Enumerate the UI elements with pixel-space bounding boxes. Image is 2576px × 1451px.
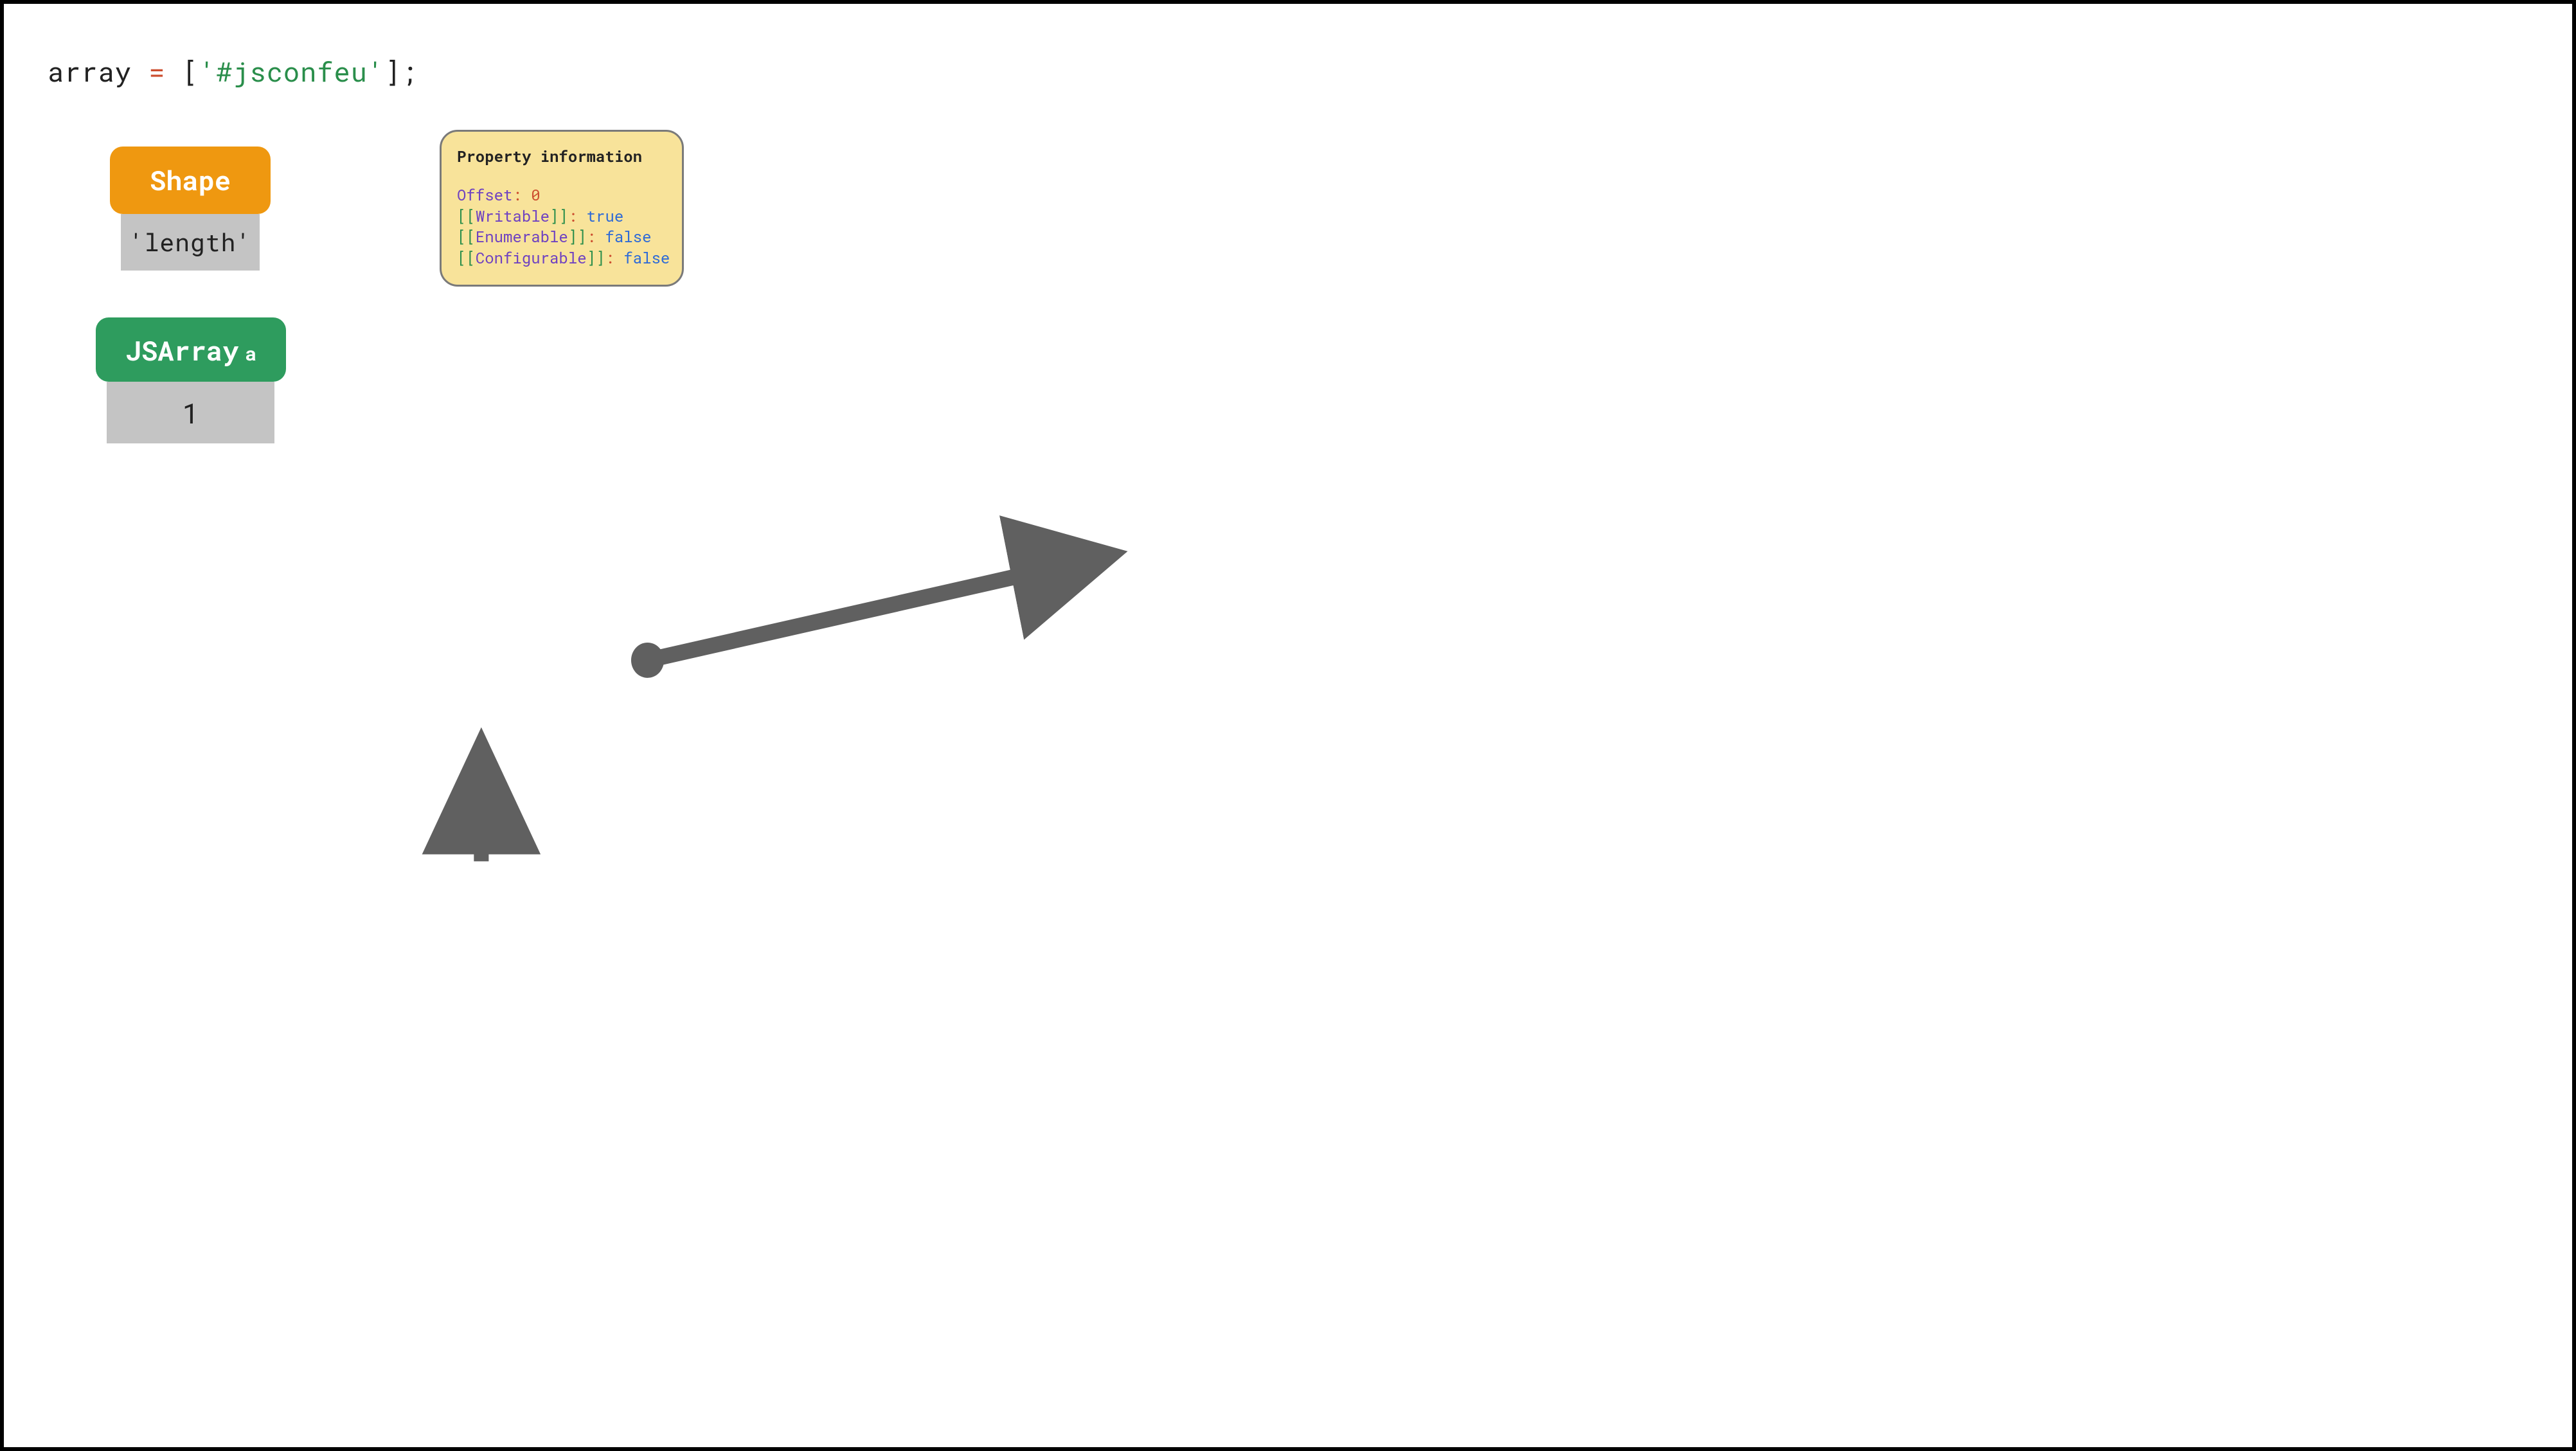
configurable-value: false — [623, 247, 670, 268]
configurable-open: [[ — [457, 247, 476, 268]
code-assign: = — [132, 54, 183, 89]
enumerable-close: ]] — [568, 226, 587, 247]
writable-open: [[ — [457, 206, 476, 226]
configurable-close: ]] — [587, 247, 605, 268]
offset-colon: : — [512, 184, 531, 205]
code-rbracket: ]; — [384, 54, 418, 89]
property-info-offset: Offset: 0 — [457, 184, 666, 205]
slide-frame: array = ['#jsconfeu']; Shape 'length' JS… — [0, 0, 2576, 1451]
enumerable-value: false — [605, 226, 651, 247]
enumerable-open: [[ — [457, 226, 476, 247]
property-info-box: Property information Offset: 0 [[Writabl… — [440, 130, 684, 287]
writable-colon: : — [568, 206, 587, 226]
code-string: '#jsconfeu' — [199, 54, 384, 89]
writable-key: Writable — [476, 206, 550, 226]
property-info-heading: Property information — [457, 146, 666, 166]
arrows-overlay — [4, 4, 2572, 1447]
writable-value: true — [587, 206, 624, 226]
shape-length-label: 'length' — [129, 226, 251, 258]
code-line: array = ['#jsconfeu']; — [48, 54, 418, 89]
shape-length-cell: 'length' — [121, 214, 260, 271]
enumerable-key: Enumerable — [476, 226, 568, 247]
jsarray-header: JSArray a — [96, 317, 286, 382]
property-info-writable: [[Writable]]: true — [457, 206, 666, 226]
offset-value: 0 — [531, 184, 540, 205]
property-info-configurable: [[Configurable]]: false — [457, 247, 666, 268]
shape-header-label: Shape — [150, 163, 231, 198]
property-info-enumerable: [[Enumerable]]: false — [457, 226, 666, 247]
jsarray-header-sub: a — [245, 341, 256, 366]
shape-header: Shape — [110, 147, 271, 214]
code-lbracket: [ — [183, 54, 199, 89]
configurable-colon: : — [605, 247, 623, 268]
jsarray-length-cell: 1 — [107, 382, 274, 443]
writable-close: ]] — [550, 206, 568, 226]
configurable-key: Configurable — [476, 247, 587, 268]
jsarray-header-main: JSArray — [125, 333, 238, 368]
code-identifier: array — [48, 54, 132, 89]
jsarray-length-value: 1 — [182, 394, 199, 431]
enumerable-colon: : — [587, 226, 605, 247]
offset-key: Offset — [457, 184, 512, 205]
